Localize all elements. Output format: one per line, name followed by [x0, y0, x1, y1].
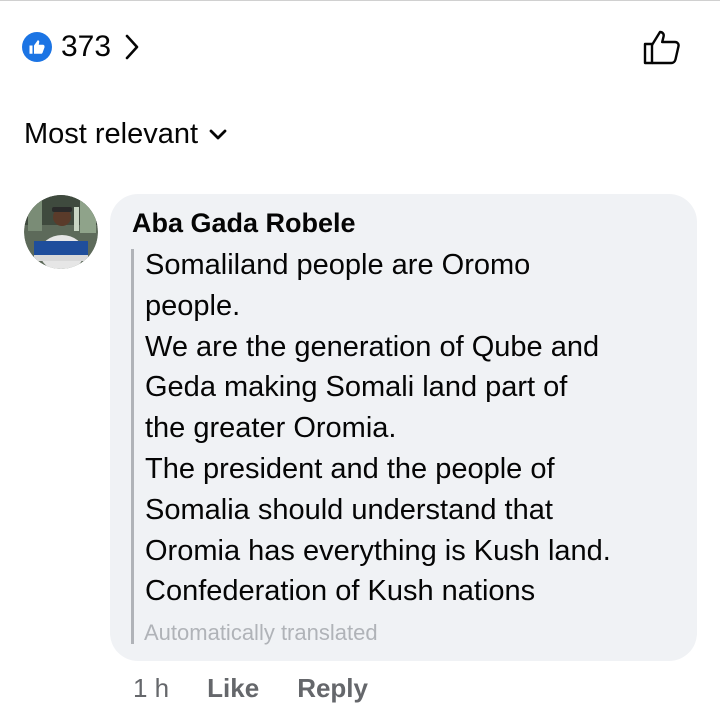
chevron-right-icon: [123, 33, 141, 61]
comment-bubble: Aba Gada Robele Somaliland people are Or…: [110, 194, 697, 661]
sort-label: Most relevant: [24, 118, 199, 150]
comment-line: Confederation of Kush nations: [145, 575, 536, 608]
translation-note[interactable]: Automatically translated: [144, 620, 378, 646]
chevron-down-icon: [208, 128, 228, 142]
avatar[interactable]: [24, 195, 98, 269]
comment-text: Somaliland people are Oromo people. We a…: [145, 245, 685, 612]
comment-line: We are the generation of Qube and: [145, 330, 600, 363]
quote-bar: [131, 249, 134, 644]
reply-button[interactable]: Reply: [297, 673, 368, 704]
comment-line: Geda making Somali land part of: [145, 371, 568, 404]
comment-line: Somalia should understand that: [145, 493, 553, 526]
comment-timestamp: 1 h: [133, 673, 170, 703]
reaction-count: 373: [61, 30, 112, 63]
comments-panel: 373 Most relevant Aba Gada Robele Somali…: [0, 0, 720, 722]
comment-line: Somaliland people are Oromo: [145, 249, 531, 281]
comment-line: people.: [145, 289, 241, 322]
comment-line: the greater Oromia.: [145, 412, 397, 445]
comment-line: The president and the people of: [145, 452, 555, 485]
thumbs-up-outline-icon[interactable]: [640, 27, 684, 67]
thumbs-up-icon: [22, 32, 52, 62]
like-button[interactable]: Like: [207, 673, 259, 704]
comment-line: Oromia has everything is Kush land.: [145, 534, 611, 567]
comment-author[interactable]: Aba Gada Robele: [132, 208, 356, 239]
sort-dropdown[interactable]: Most relevant: [24, 118, 228, 151]
reactions-summary[interactable]: 373: [22, 25, 141, 69]
comment-actions: 1 h Like Reply: [133, 673, 368, 704]
